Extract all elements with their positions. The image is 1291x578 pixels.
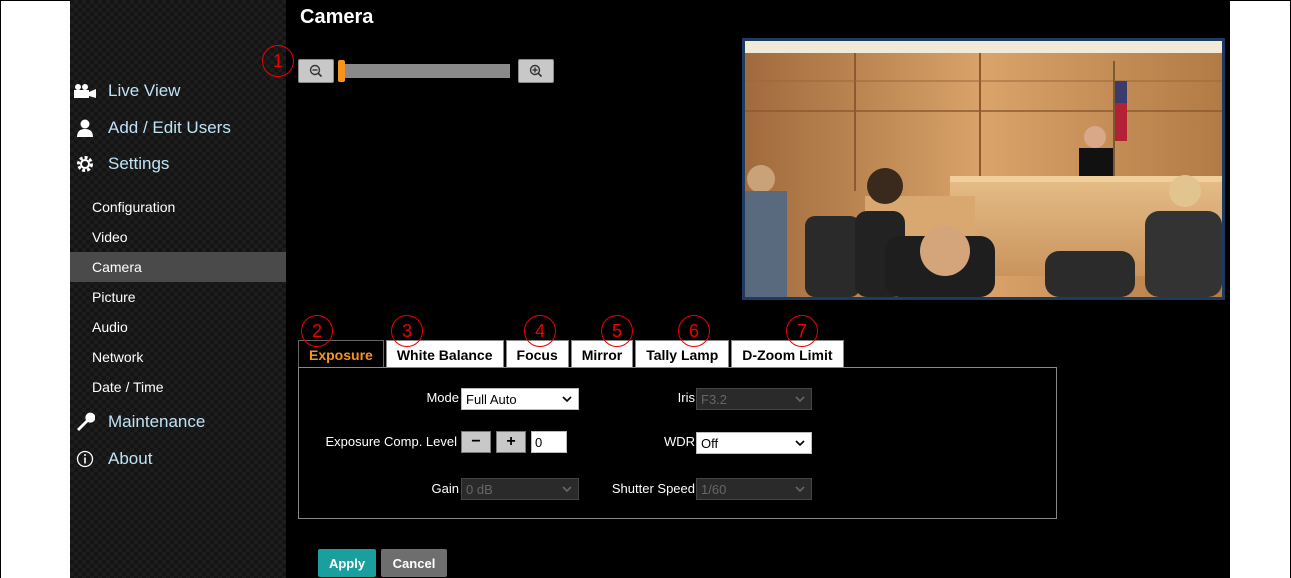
page-title: Camera [300, 6, 374, 28]
chevron-down-icon [562, 396, 572, 403]
exposure-comp-input[interactable]: 0 [531, 431, 567, 453]
exposure-comp-decrease-button[interactable]: − [461, 431, 491, 453]
tab-tally-lamp[interactable]: Tally Lamp [635, 340, 730, 368]
mode-value: Full Auto [466, 391, 517, 407]
gear-icon [72, 154, 98, 174]
sidebar-item-label: Configuration [92, 199, 176, 215]
chevron-down-icon [562, 486, 572, 493]
nav-live-view[interactable]: Live View [70, 77, 180, 105]
wdr-value: Off [701, 435, 719, 451]
chevron-down-icon [795, 486, 805, 493]
gain-label: Gain [431, 481, 459, 496]
shutter-speed-value: 1/60 [701, 481, 727, 497]
zoom-control [298, 58, 554, 84]
zoom-out-icon [309, 64, 323, 78]
zoom-slider-track[interactable] [338, 64, 510, 78]
exposure-comp-label: Exposure Comp. Level [325, 434, 457, 449]
iris-label: Iris [677, 390, 695, 405]
sidebar-item-picture[interactable]: Picture [70, 282, 286, 312]
sidebar-item-label: Audio [92, 319, 128, 335]
callout-1: 1 [262, 45, 294, 77]
nav-maintenance-label: Maintenance [108, 412, 206, 431]
nav-add-edit-users-label: Add / Edit Users [108, 118, 231, 137]
zoom-out-button[interactable] [298, 59, 334, 83]
info-icon [72, 449, 98, 469]
shutter-speed-select[interactable]: 1/60 [696, 478, 812, 500]
zoom-in-button[interactable] [518, 59, 554, 83]
zoom-in-icon [529, 64, 543, 78]
nav-add-edit-users[interactable]: Add / Edit Users [70, 114, 231, 142]
sidebar-item-label: Video [92, 229, 128, 245]
chevron-down-icon [795, 440, 805, 447]
callout-4: 4 [524, 315, 556, 347]
nav-about-label: About [108, 449, 153, 468]
sidebar-item-configuration[interactable]: Configuration [70, 192, 286, 222]
callout-7: 7 [786, 315, 818, 347]
gain-value: 0 dB [466, 481, 493, 497]
wrench-icon [72, 412, 98, 432]
cancel-button[interactable]: Cancel [381, 549, 447, 577]
iris-select[interactable]: F3.2 [696, 388, 812, 410]
callout-3: 3 [391, 315, 423, 347]
wdr-select[interactable]: Off [696, 432, 812, 454]
sidebar-item-date-time[interactable]: Date / Time [70, 372, 286, 402]
exposure-panel: Mode Full Auto Iris F3.2 Exposure Comp. … [298, 367, 1057, 519]
mode-select[interactable]: Full Auto [461, 388, 579, 410]
iris-value: F3.2 [701, 391, 728, 407]
callout-6: 6 [678, 315, 710, 347]
chevron-down-icon [795, 396, 805, 403]
sidebar-item-label: Date / Time [92, 379, 164, 395]
live-preview-image [742, 38, 1225, 300]
camera-settings-tabs: Exposure White Balance Focus Mirror Tall… [298, 340, 846, 368]
exposure-comp-increase-button[interactable]: + [496, 431, 526, 453]
callout-2: 2 [301, 315, 333, 347]
nav-maintenance[interactable]: Maintenance [70, 408, 205, 436]
nav-settings-label: Settings [108, 154, 170, 173]
nav-settings[interactable]: Settings [70, 150, 169, 178]
shutter-speed-label: Shutter Speed [611, 481, 695, 496]
nav-live-view-label: Live View [108, 81, 181, 100]
mode-label: Mode [426, 390, 459, 405]
user-icon [72, 118, 98, 138]
video-camera-icon [72, 81, 98, 101]
sidebar-item-label: Network [92, 349, 144, 365]
apply-button[interactable]: Apply [318, 549, 376, 577]
sidebar-item-network[interactable]: Network [70, 342, 286, 372]
nav-about[interactable]: About [70, 445, 152, 473]
wdr-label: WDR [663, 434, 695, 449]
sidebar-item-label: Camera [92, 259, 142, 275]
sidebar-item-label: Picture [92, 289, 136, 305]
zoom-slider-handle[interactable] [338, 60, 345, 82]
sidebar-item-video[interactable]: Video [70, 222, 286, 252]
callout-5: 5 [601, 315, 633, 347]
sidebar-item-camera[interactable]: Camera [70, 252, 286, 282]
tab-d-zoom-limit[interactable]: D-Zoom Limit [731, 340, 844, 368]
sidebar-item-audio[interactable]: Audio [70, 312, 286, 342]
gain-select[interactable]: 0 dB [461, 478, 579, 500]
sidebar: Live View Add / Edit Users Settings Conf… [70, 0, 286, 578]
courtroom-scene-image [745, 41, 1222, 297]
